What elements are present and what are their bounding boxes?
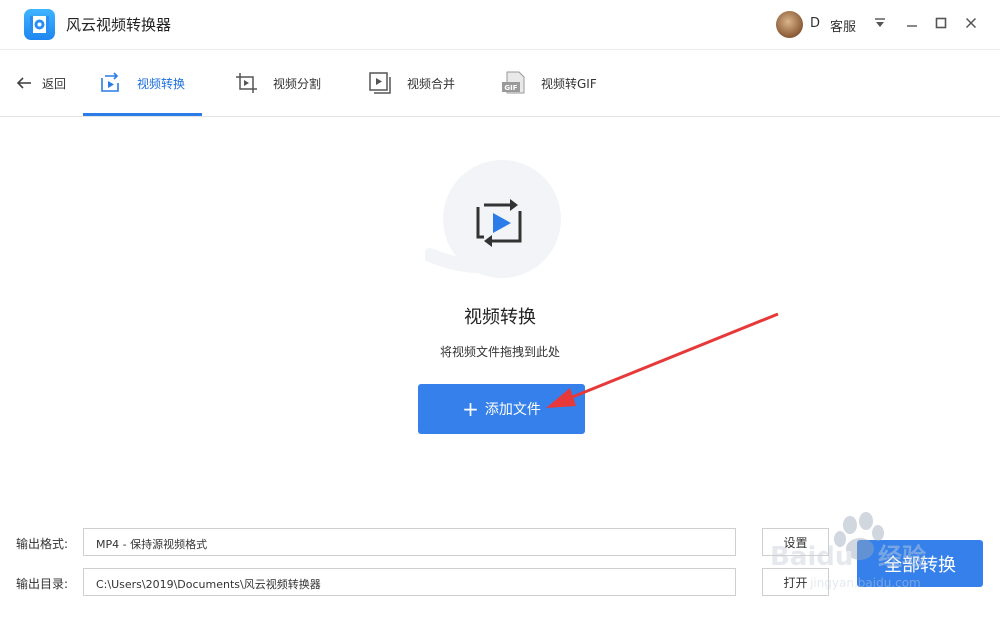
plus-icon: + <box>462 397 479 421</box>
svg-text:jingyan.baidu.com: jingyan.baidu.com <box>809 576 921 590</box>
title-bar: 风云视频转换器 D 客服 <box>0 0 1000 50</box>
close-icon <box>965 17 977 29</box>
svg-text:经验: 经验 <box>878 543 926 571</box>
output-directory-label: 输出目录: <box>16 577 69 591</box>
drop-area-title: 视频转换 <box>464 307 536 328</box>
tab-video-split[interactable]: 视频分割 <box>235 50 321 116</box>
maximize-icon <box>935 17 947 29</box>
app-title: 风云视频转换器 <box>66 16 172 34</box>
customer-service-link[interactable]: 客服 <box>830 16 856 35</box>
convert-icon <box>99 72 123 94</box>
avatar[interactable] <box>776 11 803 38</box>
arrow-left-icon <box>16 76 32 90</box>
tab-label: 视频转GIF <box>541 76 597 91</box>
tab-video-merge[interactable]: 视频合并 <box>369 50 455 116</box>
tab-video-to-gif[interactable]: GIF 视频转GIF <box>501 50 597 116</box>
gif-icon: GIF <box>501 71 527 95</box>
baidu-watermark-logo: Baidu 经验 jingyan.baidu.com <box>770 512 926 590</box>
output-directory-field[interactable]: C:\Users\2019\Documents\风云视频转换器 <box>83 568 736 596</box>
convert-icon <box>470 193 532 259</box>
tab-label: 视频分割 <box>273 76 322 91</box>
close-button[interactable] <box>960 12 982 34</box>
menu-icon <box>875 18 885 27</box>
back-label: 返回 <box>42 76 67 91</box>
menu-button[interactable] <box>869 12 891 34</box>
crop-icon <box>235 72 259 94</box>
drop-area-hint: 将视频文件拖拽到此处 <box>439 345 560 359</box>
nav-bar: 返回 视频转换 视频分割 视频合并 GIF 视频转GIF <box>0 50 1000 117</box>
minimize-icon <box>907 25 917 27</box>
app-logo <box>24 9 55 40</box>
annotation-arrow-icon <box>546 312 779 408</box>
active-tab-indicator <box>83 113 202 116</box>
minimize-button[interactable] <box>901 12 923 34</box>
tab-label: 视频转换 <box>137 76 186 91</box>
back-button[interactable]: 返回 <box>16 50 66 116</box>
tab-label: 视频合并 <box>407 76 456 91</box>
svg-text:Baidu: Baidu <box>770 542 853 572</box>
maximize-button[interactable] <box>930 12 952 34</box>
merge-icon <box>369 72 393 94</box>
tab-video-convert[interactable]: 视频转换 <box>99 50 185 116</box>
svg-text:GIF: GIF <box>504 84 517 92</box>
output-format-label: 输出格式: <box>16 537 69 551</box>
user-initial[interactable]: D <box>810 16 820 31</box>
add-file-label: 添加文件 <box>484 402 541 418</box>
output-format-select[interactable]: MP4 - 保持源视频格式 <box>83 528 736 556</box>
